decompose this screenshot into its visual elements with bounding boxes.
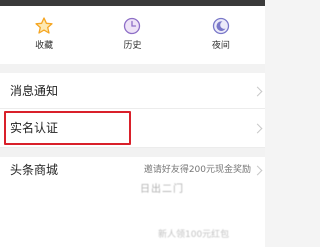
star-icon: [33, 15, 55, 37]
section-divider: [0, 148, 265, 157]
quick-action-history[interactable]: 历史: [88, 6, 176, 64]
menu-item-notifications[interactable]: 消息通知: [0, 73, 265, 109]
overlay-text: 日出二门: [140, 184, 184, 195]
history-label: 历史: [123, 41, 142, 51]
night-mode-moon-icon: [210, 15, 232, 37]
quick-action-favorites[interactable]: 收藏: [0, 6, 88, 64]
highlight-box: [4, 111, 131, 145]
bottom-promo-text: 新人领100元红包: [158, 230, 230, 240]
quick-actions-bar: 收藏 历史 夜间: [0, 6, 265, 64]
chevron-right-icon: [252, 86, 263, 97]
favorites-label: 收藏: [35, 41, 54, 51]
quick-action-night-mode[interactable]: 夜间: [177, 6, 265, 64]
mall-title: 头条商城: [10, 163, 59, 177]
mall-promo-text: 邀请好友得200元现金奖励: [143, 165, 251, 175]
notifications-title: 消息通知: [10, 84, 59, 98]
chevron-right-icon: [252, 165, 263, 176]
chevron-right-icon: [252, 123, 263, 134]
night-mode-label: 夜间: [211, 41, 230, 51]
section-divider: [0, 64, 265, 73]
history-clock-icon: [121, 15, 143, 37]
